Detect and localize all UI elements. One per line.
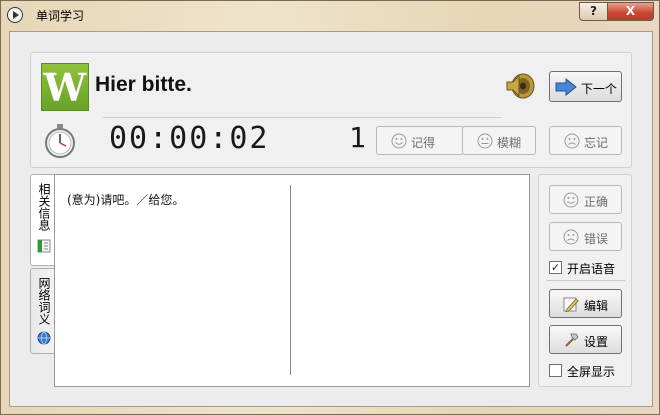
window-title: 单词学习 (36, 9, 85, 23)
close-button[interactable]: X (607, 2, 654, 21)
correct-label: 正确 (584, 195, 609, 209)
edit-button[interactable]: 编辑 (549, 289, 622, 318)
voice-checkbox[interactable]: ✓ (549, 261, 562, 274)
content-divider (290, 185, 291, 375)
speaker-icon[interactable] (503, 73, 537, 99)
elapsed-timer: 00:00:02 (109, 121, 270, 156)
tab-related-info-label: 相关信息 (37, 183, 51, 231)
next-label: 下一个 (581, 82, 618, 96)
sad-face-icon (564, 133, 580, 149)
voice-label: 开启语音 (567, 262, 616, 276)
arrow-right-icon (555, 78, 577, 96)
settings-button[interactable]: 设置 (549, 325, 622, 354)
globe-icon (37, 331, 51, 345)
vague-label: 模糊 (497, 136, 522, 150)
pencil-icon (563, 297, 579, 312)
correct-button[interactable]: 正确 (549, 185, 622, 214)
fullscreen-checkbox[interactable] (549, 364, 562, 377)
remember-label: 记得 (411, 136, 436, 150)
forget-button[interactable]: 忘记 (549, 126, 622, 155)
sad-face-icon (563, 229, 579, 245)
app-window: 单词学习 ? X W Hier bitte. 下一个 00:00:02 1 记得… (0, 0, 660, 415)
action-panel: 正确 错误 ✓ 开启语音 编辑 设置 全屏显示 (538, 174, 632, 387)
app-icon[interactable] (7, 7, 23, 23)
edit-label: 编辑 (584, 299, 609, 313)
tab-web-meaning[interactable]: 网络词义 (30, 268, 56, 354)
panel-divider (103, 117, 501, 118)
wrong-label: 错误 (584, 232, 609, 246)
vague-button[interactable]: 模糊 (462, 126, 536, 155)
forget-label: 忘记 (584, 136, 609, 150)
tab-web-meaning-label: 网络词义 (37, 277, 51, 325)
hammer-icon (565, 333, 579, 347)
review-count: 1 (349, 121, 366, 154)
notebook-icon (37, 239, 51, 253)
settings-label: 设置 (584, 335, 609, 349)
stopwatch-icon (45, 124, 75, 158)
smile-face-icon (391, 133, 407, 149)
wrong-button[interactable]: 错误 (549, 222, 622, 251)
title-bar[interactable]: 单词学习 ? X (1, 1, 659, 29)
word-meaning: (意为)请吧。／给您。 (67, 193, 185, 207)
info-content-pane: (意为)请吧。／给您。 (54, 174, 530, 387)
side-separator (547, 280, 625, 281)
fullscreen-label: 全屏显示 (567, 365, 616, 379)
client-area: W Hier bitte. 下一个 00:00:02 1 记得 模糊 忘记 相关… (9, 31, 653, 407)
remember-button[interactable]: 记得 (376, 126, 464, 155)
neutral-face-icon (477, 133, 493, 149)
help-button[interactable]: ? (579, 2, 608, 21)
tab-related-info[interactable]: 相关信息 (30, 174, 56, 266)
vertical-tab-strip: 相关信息 网络词义 (30, 174, 56, 354)
word-panel: W Hier bitte. 下一个 00:00:02 1 记得 模糊 忘记 (30, 52, 632, 168)
smile-face-icon (563, 192, 579, 208)
next-button[interactable]: 下一个 (549, 71, 622, 102)
logo-icon: W (41, 63, 89, 111)
word-phrase: Hier bitte. (95, 73, 192, 96)
